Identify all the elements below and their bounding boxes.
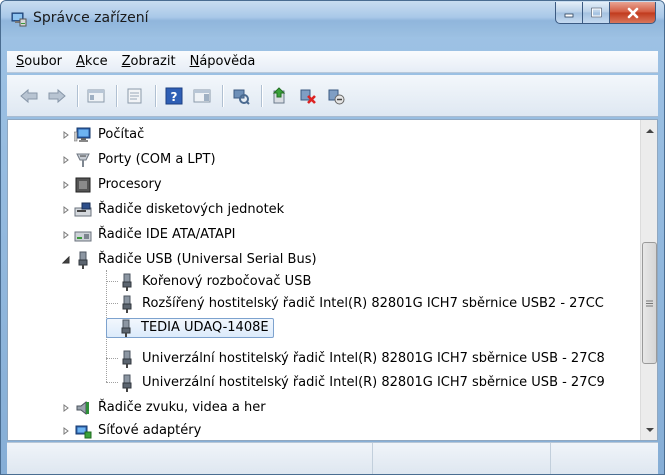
usb-icon [74,251,92,269]
usb-icon [118,273,136,291]
port-icon [74,151,92,169]
device-tree[interactable]: Počítač Porty (COM a LPT) Procesory Řadi… [7,119,658,441]
usb-icon [118,350,136,368]
back-arrow-icon [20,88,38,103]
forward-button[interactable] [45,84,69,108]
properties-button[interactable] [123,84,147,108]
grip-icon [646,300,653,306]
tree-item-floppy-controllers[interactable]: Řadiče disketových jednotek [60,199,286,220]
expand-arrow-icon[interactable] [60,179,72,191]
window-title: Správce zařízení [33,10,149,26]
minimize-icon [564,13,574,17]
vertical-scrollbar[interactable] [640,120,657,440]
tree-item-ide-controllers[interactable]: Řadiče IDE ATA/ATAPI [60,224,238,245]
action-pane-icon [193,89,211,102]
title-bar[interactable]: Správce zařízení [1,1,664,37]
expand-arrow-icon[interactable] [60,229,72,241]
uninstall-icon [300,89,316,104]
action-pane-button[interactable] [190,84,214,108]
toolbar-separator [77,84,78,107]
close-button[interactable] [610,2,656,24]
scan-hardware-icon [233,89,250,105]
expand-arrow-icon[interactable] [60,204,72,216]
tree-item-usb-controllers[interactable]: Řadiče USB (Universal Serial Bus) [60,249,319,270]
tree-item-ports[interactable]: Porty (COM a LPT) [60,149,218,170]
expand-arrow-icon[interactable] [60,425,72,437]
help-button[interactable]: ? [162,84,186,108]
tree-item-network-adapters[interactable]: Síťové adaptéry [60,420,203,440]
scan-hardware-button[interactable] [229,84,253,108]
update-driver-icon [272,86,286,103]
help-icon: ? [165,87,183,104]
scroll-down-arrow-icon [645,427,654,432]
tree-item-tedia-udaq[interactable]: TEDIA UDAQ-1408E [106,317,274,338]
tree-item-usb2-enhanced-controller[interactable]: Rozšířený hostitelský řadič Intel(R) 828… [118,293,606,314]
console-tree-icon [87,89,105,102]
minimize-button[interactable] [555,2,583,24]
tree-connector [106,382,118,383]
tree-item-usb-universal-27c8[interactable]: Univerzální hostitelský řadič Intel(R) 8… [118,348,607,369]
status-bar [7,442,658,474]
back-button[interactable] [17,84,41,108]
menu-napoveda[interactable]: Nápověda [183,54,263,69]
menu-soubor[interactable]: Soubor [9,54,69,69]
maximize-button[interactable] [583,2,610,24]
menu-bar: Soubor Akce Zobrazit Nápověda [7,51,658,73]
scrollbar-thumb[interactable] [642,242,657,364]
tree-item-computer[interactable]: Počítač [60,124,146,145]
toolbar-separator [116,84,117,107]
speaker-icon [74,399,92,417]
properties-icon [127,88,142,103]
svg-text:?: ? [171,90,178,104]
status-pane [7,443,373,474]
toolbar-separator [261,84,262,107]
tree-item-usb-universal-27c9[interactable]: Univerzální hostitelský řadič Intel(R) 8… [118,372,607,393]
expand-arrow-icon[interactable] [60,402,72,414]
show-hide-tree-button[interactable] [84,84,108,108]
uninstall-button[interactable] [296,84,320,108]
selection-highlight: TEDIA UDAQ-1408E [106,317,274,338]
collapse-arrow-icon[interactable] [60,254,72,266]
tree-connector [106,358,118,359]
status-pane [373,443,551,474]
caption-buttons [555,2,656,24]
processor-icon [74,176,92,194]
disable-button[interactable] [324,84,348,108]
close-icon [627,7,638,18]
usb-icon [118,295,136,313]
ide-controller-icon [74,226,92,244]
scroll-down-button[interactable] [641,421,657,438]
menu-zobrazit[interactable]: Zobrazit [115,54,183,69]
floppy-controller-icon [74,201,92,219]
toolbar-separator [155,84,156,107]
tree-connector [106,281,118,282]
update-driver-button[interactable] [268,84,292,108]
tree-item-usb-root-hub[interactable]: Kořenový rozbočovač USB [118,271,313,292]
computer-icon [74,126,92,144]
menu-akce[interactable]: Akce [69,54,115,69]
maximize-icon [591,7,602,18]
usb-icon [117,319,135,337]
toolbar-separator [222,84,223,107]
scroll-up-button[interactable] [641,122,657,139]
device-manager-window: Správce zařízení Soubor Akce Zobrazit Ná… [0,0,665,475]
network-adapter-icon [74,422,92,440]
disable-icon [328,89,345,104]
scroll-up-arrow-icon [645,128,654,133]
device-manager-icon [11,11,27,27]
toolbar: ? [7,75,658,117]
expand-arrow-icon[interactable] [60,129,72,141]
tree-connector [106,303,118,304]
usb-icon [118,374,136,392]
forward-arrow-icon [48,88,66,103]
tree-item-sound-controllers[interactable]: Řadiče zvuku, videa a her [60,397,268,418]
tree-item-processors[interactable]: Procesory [60,174,164,195]
expand-arrow-icon[interactable] [60,154,72,166]
